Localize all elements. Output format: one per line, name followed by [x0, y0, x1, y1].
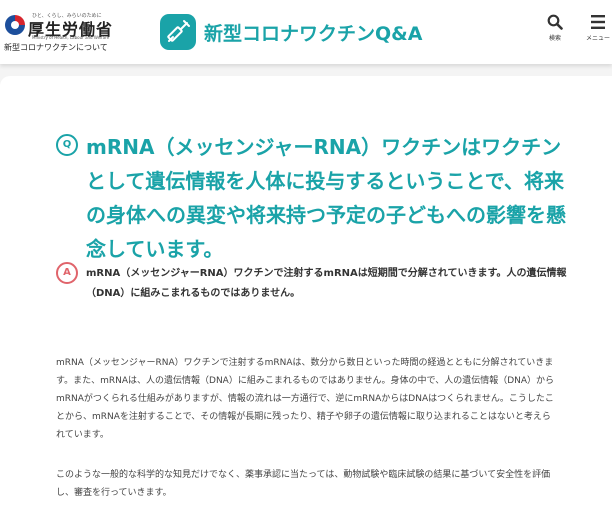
mhlw-logo-mark-icon: [5, 15, 25, 35]
mhlw-subtitle: 新型コロナワクチンについて: [4, 43, 108, 52]
hamburger-menu-icon: [591, 15, 605, 29]
vaccine-syringe-icon: [160, 14, 196, 50]
answer-badge: A: [56, 262, 78, 284]
search-icon: [547, 14, 563, 30]
site-title-text: 新型コロナワクチンQ&A: [204, 23, 423, 45]
mhlw-logo[interactable]: ひと、くらし、みらいのために 厚生労働省 Ministry of Health,…: [4, 10, 116, 56]
explanation-paragraph-2: このような一般的な科学的な知見だけでなく、薬事承認に当たっては、動物試験や臨床試…: [56, 470, 551, 498]
menu-label: メニュー: [585, 35, 610, 42]
answer-summary: mRNA（メッセンジャーRNA）ワクチンで注射するmRNAは短期間で分解されてい…: [86, 268, 567, 299]
mhlw-english-name: Ministry of Health, Labour and Welfare: [32, 35, 110, 40]
search-label: 検索: [548, 35, 561, 42]
question-text: mRNA（メッセンジャーRNA）ワクチンはワクチンとして遺伝情報を人体に投与する…: [86, 135, 566, 261]
site-title[interactable]: 新型コロナワクチンQ&A: [160, 14, 460, 50]
menu-button[interactable]: メニュー: [583, 14, 612, 50]
search-button[interactable]: 検索: [540, 14, 570, 50]
question-badge: Q: [56, 134, 78, 156]
site-header: ひと、くらし、みらいのために 厚生労働省 Ministry of Health,…: [0, 0, 612, 64]
explanation-paragraph-1: mRNA（メッセンジャーRNA）ワクチンで注射するmRNAは、数分から数日といっ…: [56, 358, 555, 440]
